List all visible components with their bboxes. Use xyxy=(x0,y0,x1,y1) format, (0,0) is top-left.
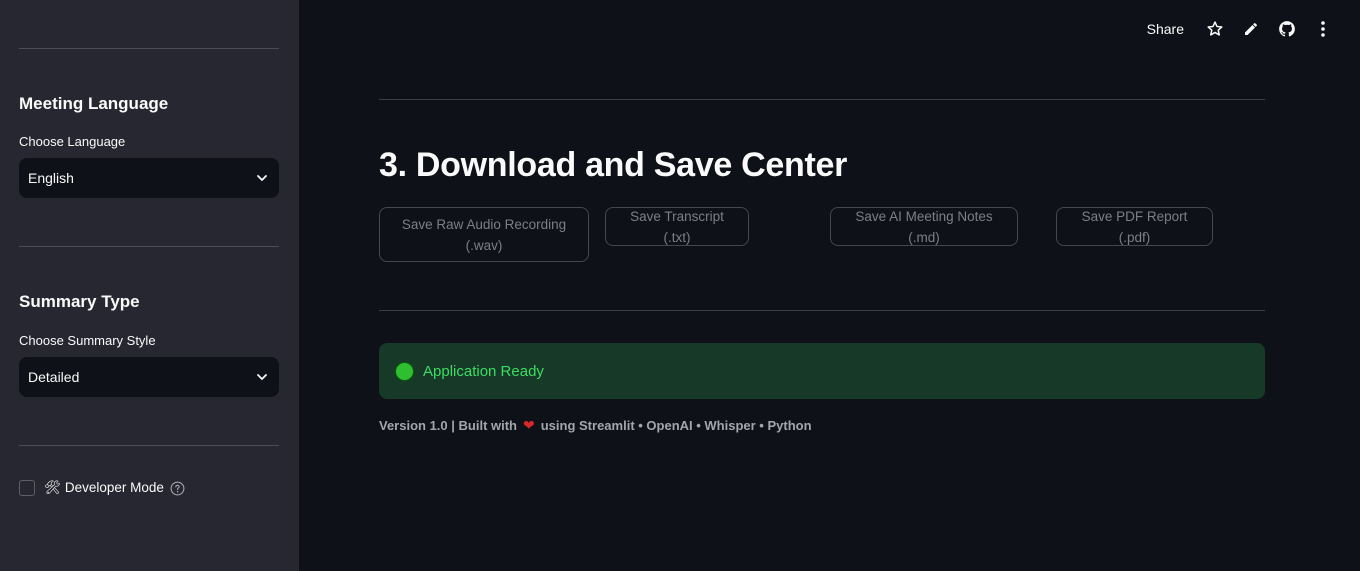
page-title: 3. Download and Save Center xyxy=(379,146,848,184)
status-text: Application Ready xyxy=(423,362,544,380)
save-transcript-button[interactable]: Save Transcript (.txt) xyxy=(605,207,749,246)
save-audio-button-line1: Save Raw Audio Recording xyxy=(401,216,567,232)
choose-summary-style-label: Choose Summary Style xyxy=(19,333,156,348)
summary-style-select[interactable]: Detailed xyxy=(19,357,279,397)
sidebar-divider xyxy=(19,48,279,49)
main-divider xyxy=(379,99,1265,100)
sidebar: Meeting Language Choose Language English… xyxy=(0,0,299,571)
developer-mode-toggle[interactable]: 🛠 Developer Mode xyxy=(19,480,185,496)
status-banner: Application Ready xyxy=(379,343,1265,399)
footer-caption: Version 1.0 | Built with ❤ using Streaml… xyxy=(379,417,812,434)
chevron-down-icon xyxy=(257,374,267,380)
help-icon[interactable] xyxy=(170,481,185,496)
developer-mode-label: 🛠 Developer Mode xyxy=(44,480,164,495)
footer-suffix: using Streamlit • OpenAI • Whisper • Pyt… xyxy=(540,418,812,433)
sidebar-divider xyxy=(19,445,279,446)
more-vertical-icon[interactable] xyxy=(1312,18,1334,40)
sidebar-divider xyxy=(19,246,279,247)
share-button[interactable]: Share xyxy=(1147,21,1184,37)
summary-style-select-value: Detailed xyxy=(28,369,80,385)
footer-prefix: Version 1.0 | Built with xyxy=(379,418,517,433)
developer-mode-checkbox[interactable] xyxy=(19,480,35,496)
save-notes-button[interactable]: Save AI Meeting Notes (.md) xyxy=(830,207,1018,246)
top-toolbar: Share xyxy=(1147,18,1334,40)
choose-language-label: Choose Language xyxy=(19,134,126,149)
github-icon[interactable] xyxy=(1276,18,1298,40)
save-pdf-button[interactable]: Save PDF Report (.pdf) xyxy=(1056,207,1213,246)
main-divider xyxy=(379,310,1265,311)
pencil-icon[interactable] xyxy=(1240,18,1262,40)
summary-type-heading: Summary Type xyxy=(19,292,140,311)
save-audio-button-line2: (.wav) xyxy=(465,237,503,253)
star-icon[interactable] xyxy=(1204,18,1226,40)
save-audio-button[interactable]: Save Raw Audio Recording (.wav) xyxy=(379,207,589,262)
green-circle-icon xyxy=(395,361,414,381)
meeting-language-heading: Meeting Language xyxy=(19,94,169,113)
language-select-value: English xyxy=(28,170,74,186)
chevron-down-icon xyxy=(257,175,267,181)
language-select[interactable]: English xyxy=(19,158,279,198)
heart-icon: ❤ xyxy=(523,417,535,433)
